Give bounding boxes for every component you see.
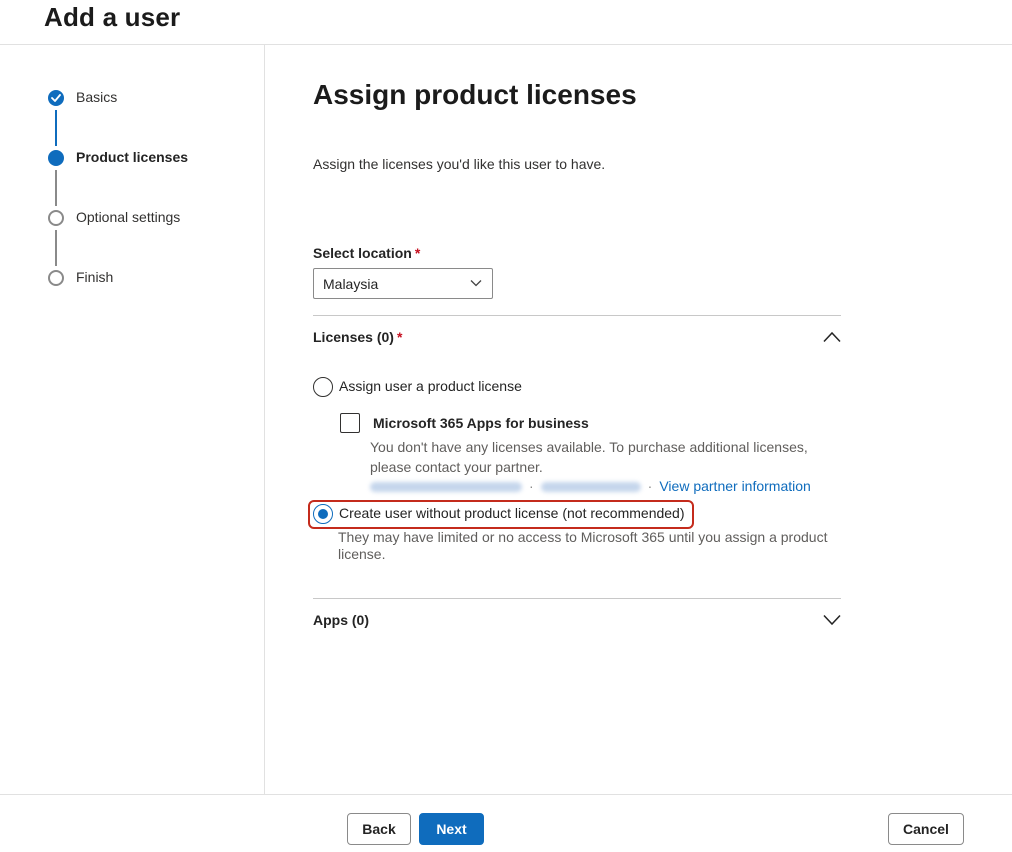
next-button[interactable]: Next — [419, 813, 484, 845]
step-pending-icon — [48, 210, 64, 226]
checkmark-icon — [48, 90, 64, 106]
location-dropdown[interactable]: Malaysia — [313, 268, 493, 299]
apps-section-title[interactable]: Apps (0) — [313, 612, 369, 628]
step-finish-label: Finish — [76, 269, 114, 285]
required-mark: * — [414, 245, 421, 261]
step-product-licenses-label: Product licenses — [76, 149, 189, 165]
licenses-title-text: Licenses (0) — [313, 329, 394, 345]
partner-contact-row: · · View partner information — [370, 478, 811, 496]
product-name: Microsoft 365 Apps for business — [373, 415, 589, 431]
radio-assign-license[interactable] — [313, 377, 333, 397]
partner-email-redacted — [370, 482, 522, 493]
wizard-steps: Basics Product licenses Optional setting… — [0, 45, 265, 794]
view-partner-information-link[interactable]: View partner information — [659, 478, 810, 494]
step-connector — [55, 110, 57, 146]
separator: · — [529, 478, 534, 494]
page-header: Add a user — [0, 0, 1012, 45]
step-optional-settings-label: Optional settings — [76, 209, 181, 225]
licenses-divider — [313, 315, 841, 316]
step-current-icon — [48, 150, 64, 166]
no-licenses-help-text: You don't have any licenses available. T… — [370, 439, 808, 475]
wizard-footer: Back Next Cancel — [0, 794, 1012, 852]
chevron-down-icon[interactable] — [823, 614, 841, 626]
location-dropdown-value: Malaysia — [323, 276, 379, 292]
page-description: Assign the licenses you'd like this user… — [313, 156, 606, 172]
radio-create-without-license[interactable] — [313, 504, 333, 524]
step-basics-label: Basics — [76, 89, 118, 105]
radio-assign-license-label: Assign user a product license — [339, 378, 522, 394]
no-license-warning-text: They may have limited or no access to Mi… — [338, 529, 828, 562]
product-checkbox[interactable] — [340, 413, 360, 433]
back-button[interactable]: Back — [347, 813, 411, 845]
separator: · — [647, 478, 653, 494]
apps-divider — [313, 598, 841, 599]
location-label-text: Select location — [313, 245, 412, 261]
step-connector — [55, 230, 57, 266]
location-label: Select location * — [313, 245, 420, 261]
step-connector — [55, 170, 57, 206]
licenses-section-title[interactable]: Licenses (0) * — [313, 329, 402, 345]
partner-phone-redacted — [540, 482, 641, 493]
step-pending-icon — [48, 270, 64, 286]
chevron-down-icon — [470, 280, 482, 287]
cancel-button[interactable]: Cancel — [888, 813, 964, 845]
radio-create-without-license-label: Create user without product license (not… — [339, 505, 685, 521]
required-mark: * — [396, 329, 403, 345]
page-header-title: Add a user — [44, 2, 181, 32]
page-title: Assign product licenses — [313, 79, 637, 110]
chevron-up-icon[interactable] — [823, 331, 841, 343]
